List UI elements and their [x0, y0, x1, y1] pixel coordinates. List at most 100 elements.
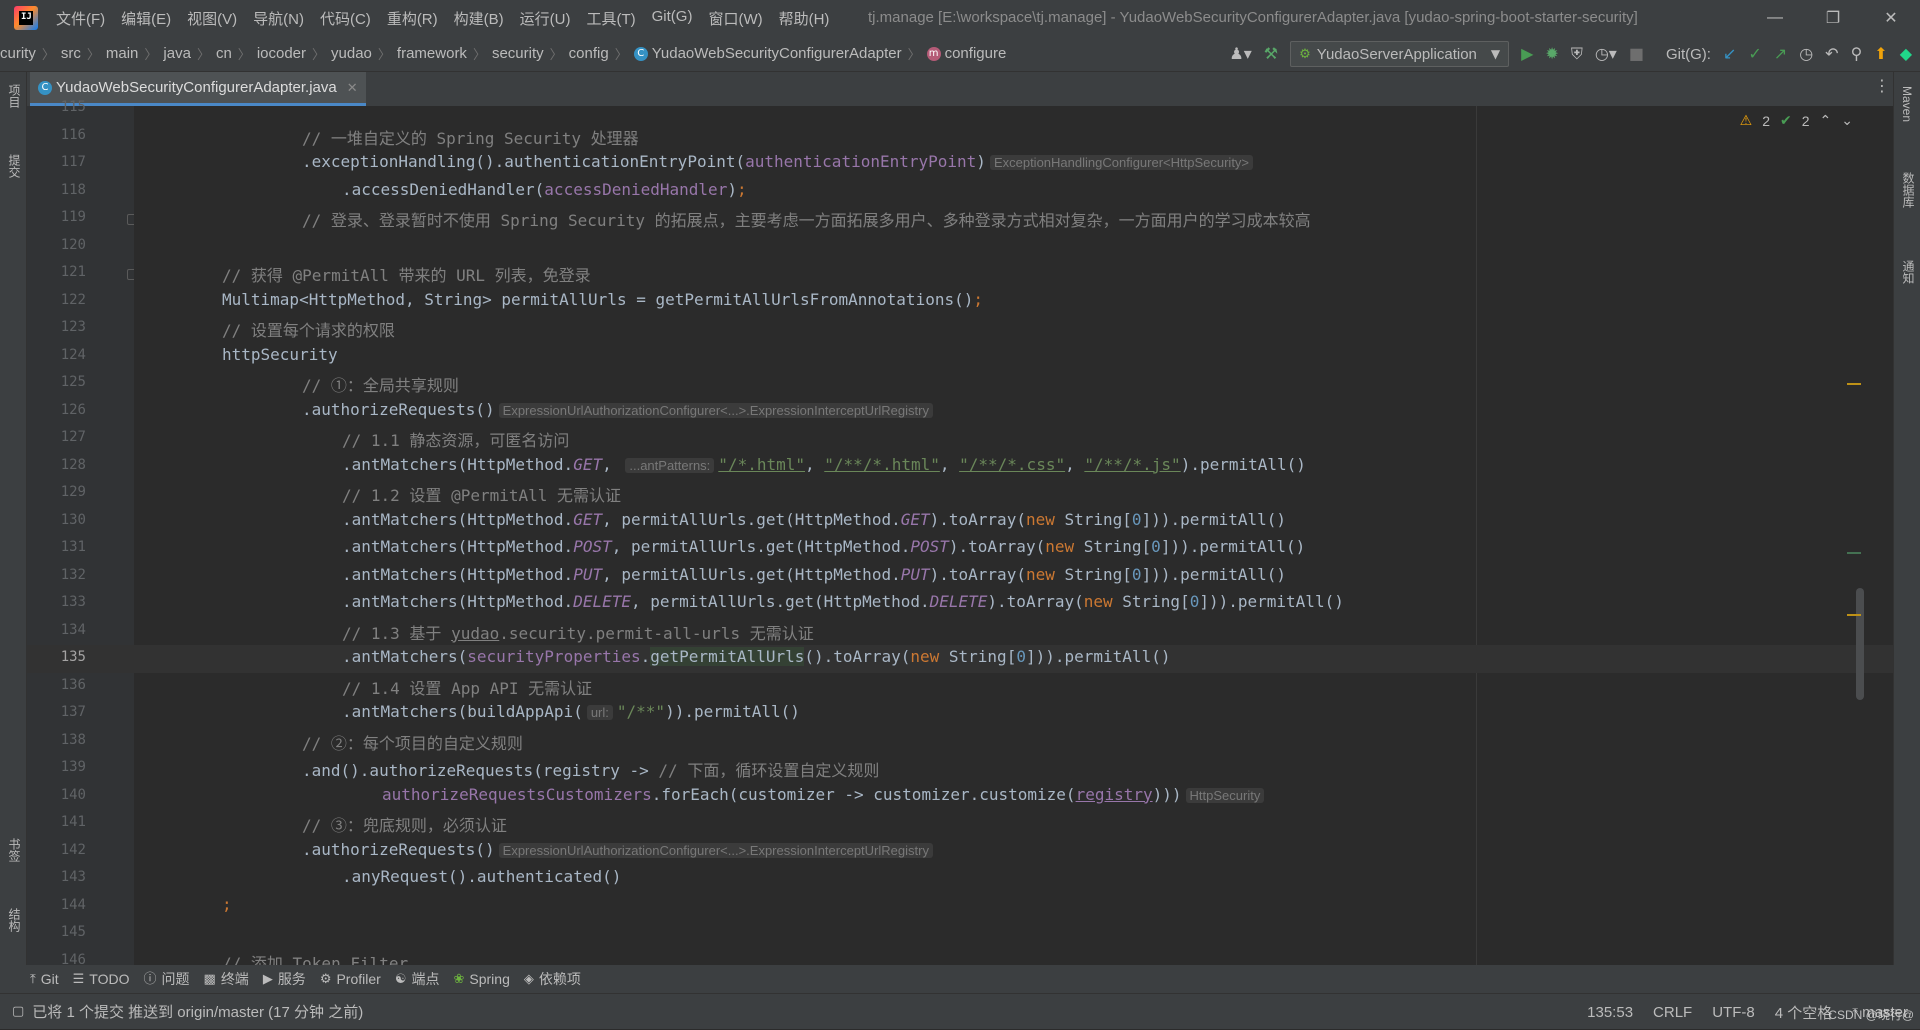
- restore-icon[interactable]: ❐: [1804, 0, 1862, 36]
- jetbrains-toolbox-icon[interactable]: ◆: [1900, 46, 1912, 62]
- menu-file[interactable]: 文件(F): [48, 8, 113, 29]
- tool-window-todo[interactable]: ☰ TODO: [73, 971, 130, 987]
- tool-window-spring[interactable]: ❀ Spring: [453, 971, 509, 987]
- line-number[interactable]: 140: [26, 787, 86, 803]
- line-number[interactable]: 115: [26, 99, 86, 115]
- run-configuration-select[interactable]: ⚙ YudaoServerApplication ▼: [1290, 41, 1510, 67]
- close-icon[interactable]: ✕: [1862, 0, 1920, 36]
- menu-navigate[interactable]: 导航(N): [245, 8, 312, 29]
- history-icon[interactable]: ◷: [1799, 46, 1813, 62]
- tool-window-profiler[interactable]: ⚙ Profiler: [320, 971, 381, 987]
- vertical-scrollbar-thumb[interactable]: [1856, 588, 1864, 700]
- close-tab-icon[interactable]: ✕: [347, 80, 358, 96]
- caret-position[interactable]: 135:53: [1587, 1004, 1633, 1021]
- user-icon[interactable]: ♟▾: [1229, 46, 1251, 62]
- menu-refactor[interactable]: 重构(R): [379, 8, 446, 29]
- line-number[interactable]: 135: [26, 649, 86, 665]
- breadcrumb-class[interactable]: YudaoWebSecurityConfigurerAdapter: [652, 45, 902, 62]
- breadcrumb-method[interactable]: configure: [945, 45, 1007, 62]
- menu-build[interactable]: 构建(B): [446, 8, 512, 29]
- line-number[interactable]: 143: [26, 869, 86, 885]
- more-vertical-icon[interactable]: ⋮: [1874, 78, 1890, 94]
- menu-run[interactable]: 运行(U): [512, 8, 579, 29]
- breadcrumb-src[interactable]: src: [61, 45, 81, 62]
- line-number[interactable]: 120: [26, 237, 86, 253]
- line-number[interactable]: 131: [26, 539, 86, 555]
- line-number[interactable]: 118: [26, 182, 86, 198]
- line-number[interactable]: 132: [26, 567, 86, 583]
- status-message[interactable]: 已将 1 个提交 推送到 origin/master (17 分钟 之前): [32, 1001, 363, 1022]
- menu-code[interactable]: 代码(C): [312, 8, 379, 29]
- line-number[interactable]: 121: [26, 264, 86, 280]
- breadcrumb-iocoder[interactable]: iocoder: [257, 45, 306, 62]
- search-icon[interactable]: ⚲: [1851, 46, 1863, 62]
- breadcrumb-framework[interactable]: framework: [397, 45, 467, 62]
- warning-stripe-marker[interactable]: [1847, 614, 1861, 616]
- line-number[interactable]: 137: [26, 704, 86, 720]
- bookmarks-tool-button[interactable]: 书签: [6, 838, 23, 862]
- debug-icon[interactable]: ✹: [1545, 46, 1558, 62]
- menu-view[interactable]: 视图(V): [179, 8, 245, 29]
- run-icon[interactable]: ▶: [1521, 46, 1533, 62]
- breadcrumb-yudao[interactable]: yudao: [331, 45, 372, 62]
- line-number[interactable]: 126: [26, 402, 86, 418]
- git-update-icon[interactable]: ↙: [1723, 46, 1736, 62]
- line-number[interactable]: 124: [26, 347, 86, 363]
- breadcrumb-config[interactable]: config: [569, 45, 609, 62]
- line-number[interactable]: 122: [26, 292, 86, 308]
- line-number[interactable]: 128: [26, 457, 86, 473]
- breadcrumb-security[interactable]: security: [492, 45, 544, 62]
- breadcrumb-main[interactable]: main: [106, 45, 139, 62]
- change-stripe-marker[interactable]: [1847, 552, 1861, 554]
- maven-tool-button[interactable]: Maven: [1900, 86, 1914, 122]
- tool-window-dependencies[interactable]: ◈ 依赖项: [524, 969, 581, 989]
- build-hammer-icon[interactable]: ⚒: [1264, 46, 1278, 62]
- line-number[interactable]: 119: [26, 209, 86, 225]
- toggle-tool-windows-icon[interactable]: ▢: [12, 1005, 24, 1018]
- intellij-logo-icon[interactable]: IJ: [14, 6, 38, 30]
- line-number-gutter[interactable]: 115 116 117 118 119 120 121 122 123 124 125 126 127 1…: [26, 99, 138, 968]
- update-available-icon[interactable]: ⬆: [1874, 46, 1887, 62]
- line-number[interactable]: 134: [26, 622, 86, 638]
- line-number[interactable]: 127: [26, 429, 86, 445]
- tool-window-problems[interactable]: ⓘ 问题: [144, 969, 190, 989]
- line-number[interactable]: 129: [26, 484, 86, 500]
- line-number[interactable]: 142: [26, 842, 86, 858]
- line-number[interactable]: 125: [26, 374, 86, 390]
- line-number[interactable]: 116: [26, 127, 86, 143]
- line-number[interactable]: 141: [26, 814, 86, 830]
- file-encoding[interactable]: UTF-8: [1712, 1004, 1755, 1021]
- profile-icon[interactable]: ◷▾: [1595, 46, 1617, 62]
- stop-icon[interactable]: ■: [1629, 46, 1644, 62]
- tool-window-git[interactable]: ⤒ Git: [30, 971, 59, 987]
- line-number[interactable]: 138: [26, 732, 86, 748]
- project-tool-button[interactable]: 项目: [6, 84, 23, 108]
- structure-tool-button[interactable]: 结构: [6, 908, 23, 932]
- menu-window[interactable]: 窗口(W): [700, 8, 770, 29]
- line-separator[interactable]: CRLF: [1653, 1004, 1692, 1021]
- indent-setting[interactable]: 4 个空格: [1775, 1002, 1833, 1023]
- line-number[interactable]: 144: [26, 897, 86, 913]
- code-editor[interactable]: ⚠ 2 ✔ 2 ⌃ ⌄ // 一堆自定义的 Spring Security 处理器 …: [134, 106, 1893, 965]
- menu-edit[interactable]: 编辑(E): [113, 8, 179, 29]
- tool-window-services[interactable]: ▶ 服务: [263, 969, 306, 989]
- line-number[interactable]: 133: [26, 594, 86, 610]
- line-number[interactable]: 130: [26, 512, 86, 528]
- line-number[interactable]: 123: [26, 319, 86, 335]
- git-push-icon[interactable]: ↗: [1774, 46, 1787, 62]
- commit-tool-button[interactable]: 提交: [6, 154, 23, 178]
- menu-tools[interactable]: 工具(T): [578, 8, 643, 29]
- database-tool-button[interactable]: 数据库: [1900, 172, 1917, 208]
- breadcrumb-java[interactable]: java: [163, 45, 191, 62]
- coverage-icon[interactable]: ⛨: [1571, 46, 1583, 62]
- line-number[interactable]: 136: [26, 677, 86, 693]
- rollback-icon[interactable]: ↶: [1825, 46, 1838, 62]
- menu-help[interactable]: 帮助(H): [771, 8, 838, 29]
- menu-git[interactable]: Git(G): [644, 8, 701, 29]
- minimize-icon[interactable]: —: [1746, 0, 1804, 36]
- tool-window-terminal[interactable]: ▩ 终端: [204, 969, 249, 989]
- git-commit-icon[interactable]: ✓: [1748, 46, 1761, 62]
- breadcrumb-module[interactable]: curity: [0, 45, 36, 62]
- tool-window-endpoints[interactable]: ☯ 端点: [395, 969, 440, 989]
- warning-stripe-marker[interactable]: [1847, 383, 1861, 385]
